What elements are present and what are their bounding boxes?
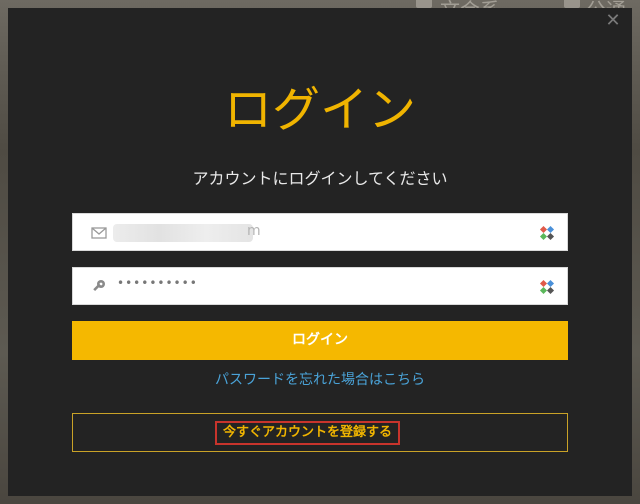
- password-manager-icon[interactable]: [539, 279, 555, 295]
- background-icon: [416, 0, 432, 8]
- login-button[interactable]: ログイン: [72, 321, 568, 360]
- email-value-redacted: [113, 224, 253, 242]
- password-manager-icon[interactable]: [539, 225, 555, 241]
- key-icon: [93, 280, 105, 292]
- email-visible-tail: m: [247, 223, 261, 239]
- password-value: ••••••••••: [117, 276, 198, 290]
- modal-title: ログイン: [223, 82, 416, 138]
- login-modal: ✕ ログイン アカウントにログインしてください m •••••••••• ログイ…: [8, 8, 632, 496]
- email-field[interactable]: m: [72, 213, 568, 251]
- password-field[interactable]: ••••••••••: [72, 267, 568, 305]
- register-label: 今すぐアカウントを登録する: [215, 421, 401, 445]
- close-icon[interactable]: ✕: [604, 12, 622, 30]
- register-button[interactable]: 今すぐアカウントを登録する: [72, 413, 568, 452]
- envelope-icon: [91, 227, 107, 239]
- background-icon: [564, 0, 580, 8]
- forgot-password-link[interactable]: パスワードを忘れた場合はこちら: [8, 370, 632, 390]
- modal-subtitle: アカウントにログインしてください: [192, 169, 448, 188]
